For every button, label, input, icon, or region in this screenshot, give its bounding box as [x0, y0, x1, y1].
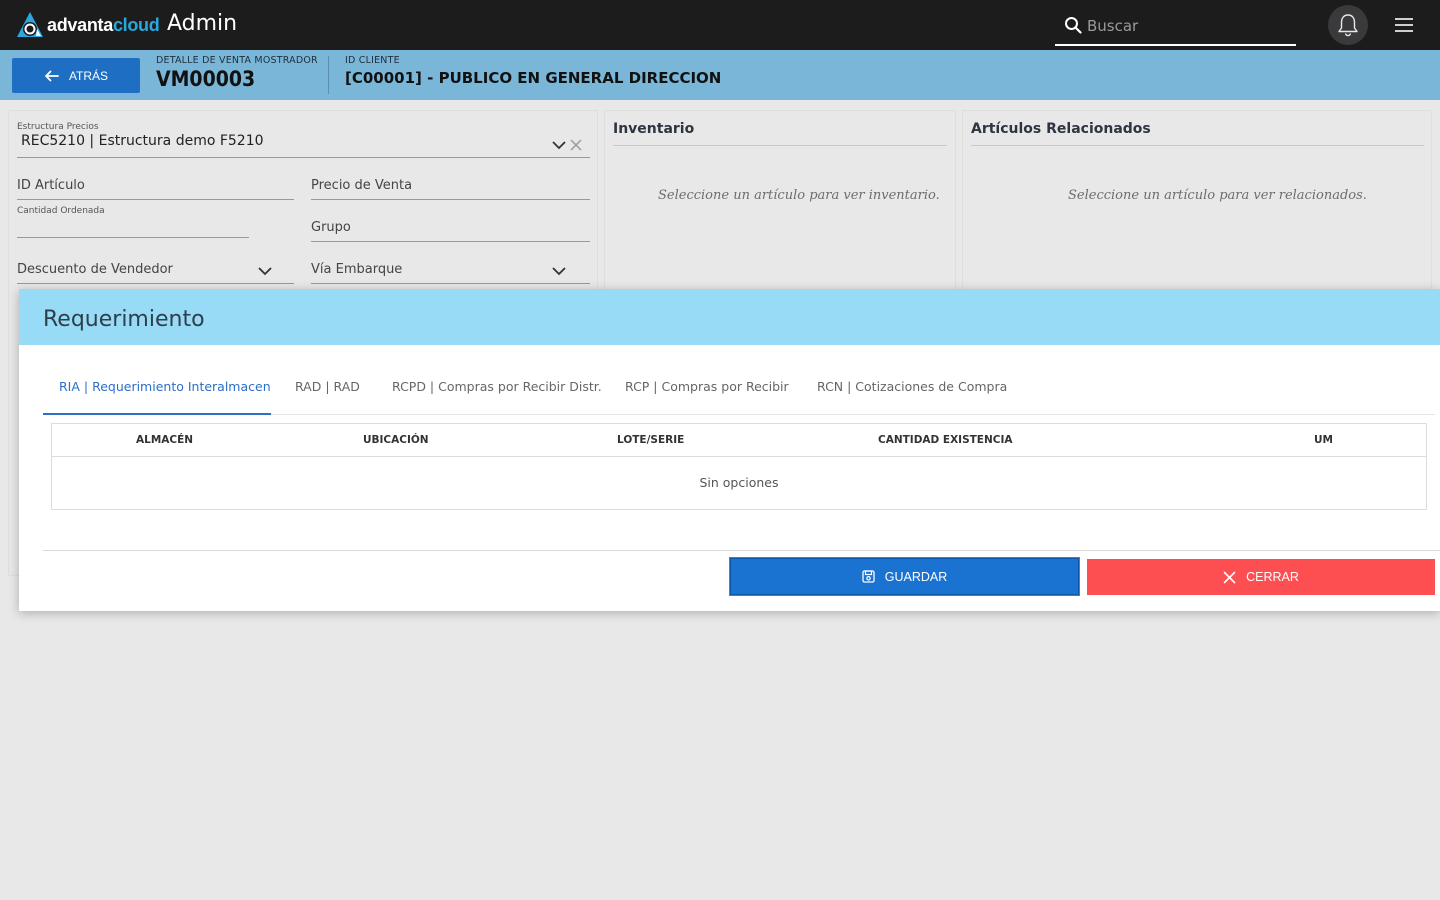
modal-header: Requerimiento — [19, 289, 1440, 345]
clear-icon[interactable] — [570, 139, 582, 151]
tab-rcn[interactable]: RCN | Cotizaciones de Compra — [817, 369, 1007, 415]
table-header: ALMACÉN UBICACIÓN LOTE/SERIE CANTIDAD EX… — [52, 424, 1426, 457]
table-empty-message: Sin opciones — [699, 475, 779, 490]
sale-detail-value: VM00003 — [156, 67, 256, 91]
bell-icon — [1338, 14, 1358, 37]
header-divider — [328, 56, 329, 94]
sale-detail-block: DETALLE DE VENTA MOSTRADOR VM00003 — [156, 55, 318, 91]
related-articles-panel: Artículos Relacionados Seleccione un art… — [962, 110, 1432, 310]
group-label[interactable]: Grupo — [311, 220, 351, 235]
seller-discount-label[interactable]: Descuento de Vendedor — [17, 262, 173, 277]
tab-ria[interactable]: RIA | Requerimiento Interalmacen — [43, 369, 271, 415]
chevron-down-icon[interactable] — [552, 141, 566, 150]
back-button-label: ATRÁS — [68, 68, 109, 83]
related-title-divider — [971, 145, 1424, 146]
search-input[interactable] — [1087, 14, 1287, 38]
client-label: ID CLIENTE — [345, 55, 400, 66]
price-structure-value[interactable]: REC5210 | Estructura demo F5210 — [21, 133, 264, 149]
logo-text-part2: cloud — [112, 14, 160, 35]
modal-title: Requerimiento — [43, 307, 205, 332]
advantacloud-logo[interactable]: advantacloud — [15, 10, 160, 40]
group-underline — [311, 241, 590, 242]
notifications-button[interactable] — [1328, 5, 1368, 45]
modal-tabs: RIA | Requerimiento Interalmacen RAD | R… — [43, 369, 1435, 415]
arrow-left-icon — [45, 70, 59, 81]
save-button-label: GUARDAR — [884, 569, 948, 584]
modal-footer-divider — [43, 550, 1440, 551]
sale-price-underline — [311, 199, 590, 200]
close-button[interactable]: CERRAR — [1087, 559, 1435, 595]
tab-rad[interactable]: RAD | RAD — [295, 369, 360, 415]
inventory-empty-message: Seleccione un artículo para ver inventar… — [658, 188, 940, 203]
logo-text-part1: advanta — [47, 14, 113, 35]
chevron-down-icon[interactable] — [552, 267, 566, 276]
app-title: Admin — [167, 11, 238, 36]
column-header-cantidad-existencia[interactable]: CANTIDAD EXISTENCIA — [878, 434, 1013, 446]
shipping-label[interactable]: Vía Embarque — [311, 262, 402, 277]
chevron-down-icon[interactable] — [258, 267, 272, 276]
column-header-lote-serie[interactable]: LOTE/SERIE — [617, 434, 684, 446]
ordered-qty-label[interactable]: Cantidad Ordenada — [17, 206, 105, 216]
sale-detail-label: DETALLE DE VENTA MOSTRADOR — [156, 55, 318, 66]
related-articles-title: Artículos Relacionados — [971, 121, 1151, 137]
search-icon — [1065, 17, 1082, 34]
column-header-um[interactable]: UM — [1314, 434, 1333, 446]
article-id-label[interactable]: ID Artículo — [17, 178, 85, 193]
tab-rcp[interactable]: RCP | Compras por Recibir — [625, 369, 789, 415]
column-header-ubicacion[interactable]: UBICACIÓN — [363, 434, 429, 446]
related-empty-message: Seleccione un artículo para ver relacion… — [1068, 188, 1367, 203]
article-id-underline — [17, 199, 294, 200]
seller-discount-underline — [17, 283, 294, 284]
close-button-label: CERRAR — [1246, 570, 1299, 584]
logo-wordmark: advantacloud — [47, 14, 160, 36]
hamburger-menu-icon[interactable] — [1393, 15, 1415, 35]
tab-rcpd[interactable]: RCPD | Compras por Recibir Distr. — [392, 369, 602, 415]
sale-price-label[interactable]: Precio de Venta — [311, 178, 412, 193]
price-structure-underline — [17, 157, 590, 158]
logo-mark-icon — [17, 12, 43, 37]
top-navigation-bar: advantacloud Admin — [0, 0, 1440, 50]
requirement-table: ALMACÉN UBICACIÓN LOTE/SERIE CANTIDAD EX… — [51, 423, 1427, 510]
search-box[interactable] — [1055, 8, 1296, 46]
inventory-title-divider — [613, 145, 947, 146]
save-button[interactable]: GUARDAR — [730, 558, 1079, 595]
record-header: ATRÁS DETALLE DE VENTA MOSTRADOR VM00003… — [0, 50, 1440, 100]
client-value: [C00001] - PUBLICO EN GENERAL DIRECCION — [345, 69, 722, 87]
close-icon — [1223, 571, 1236, 583]
inventory-title: Inventario — [613, 121, 695, 137]
back-button[interactable]: ATRÁS — [12, 58, 140, 93]
client-block: ID CLIENTE [C00001] - PUBLICO EN GENERAL… — [345, 55, 721, 87]
requerimiento-modal: Requerimiento RIA | Requerimiento Intera… — [19, 289, 1440, 611]
price-structure-label: Estructura Precios — [17, 122, 99, 132]
save-icon — [862, 570, 875, 583]
inventory-panel: Inventario Seleccione un artículo para v… — [604, 110, 956, 310]
shipping-underline — [311, 283, 590, 284]
ordered-qty-underline — [17, 237, 249, 238]
column-header-almacen[interactable]: ALMACÉN — [136, 434, 193, 446]
